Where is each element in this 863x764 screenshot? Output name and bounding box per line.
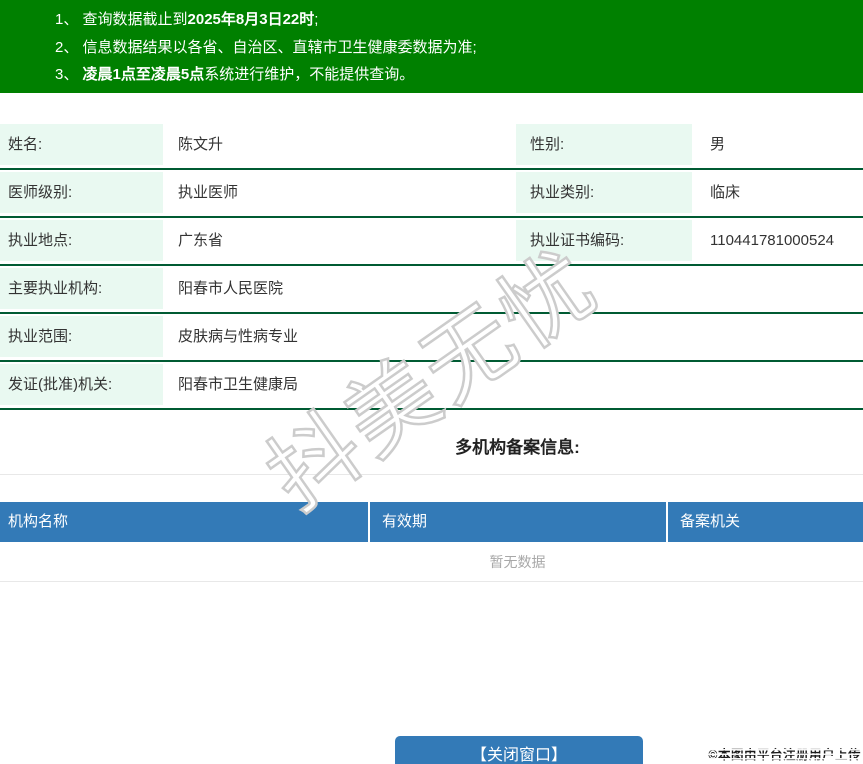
- info-value: 执业医师: [163, 170, 516, 216]
- info-value: 男: [692, 122, 863, 168]
- notice-banner: 1、 查询数据截止到2025年8月3日22时; 2、 信息数据结果以各省、自治区、…: [0, 0, 863, 93]
- notice-segment: 3、: [55, 66, 83, 83]
- notice-segment: ;: [314, 11, 318, 28]
- notice-line: 3、 凌晨1点至凌晨5点系统进行维护，不能提供查询。: [55, 61, 853, 89]
- practitioner-info-table: 姓名:陈文升性别:男医师级别:执业医师执业类别:临床执业地点:广东省执业证书编码…: [0, 122, 863, 410]
- info-value: 陈文升: [163, 122, 516, 168]
- info-value: 阳春市人民医院: [163, 266, 863, 312]
- backup-section-title: 多机构备案信息:: [455, 438, 580, 457]
- notice-segment: 2025年8月3日22时: [188, 11, 315, 28]
- info-label: 执业地点:: [0, 218, 163, 264]
- info-row: 执业地点:广东省执业证书编码:110441781000524: [0, 218, 863, 266]
- query-result-page: 1、 查询数据截止到2025年8月3日22时; 2、 信息数据结果以各省、自治区、…: [0, 0, 863, 764]
- info-label: 执业范围:: [0, 314, 163, 360]
- info-value: 阳春市卫生健康局: [163, 362, 863, 408]
- notice-segment: 凌晨1点至凌晨5点: [83, 66, 205, 83]
- info-value: 110441781000524: [692, 218, 863, 264]
- info-row: 主要执业机构:阳春市人民医院: [0, 266, 863, 314]
- notice-list: 1、 查询数据截止到2025年8月3日22时; 2、 信息数据结果以各省、自治区、…: [55, 6, 853, 89]
- info-row: 医师级别:执业医师执业类别:临床: [0, 170, 863, 218]
- info-value: 临床: [692, 170, 863, 216]
- info-row: 执业范围:皮肤病与性病专业: [0, 314, 863, 362]
- backup-column-header: 机构名称: [0, 502, 370, 542]
- notice-segment: 1、 查询数据截止到: [55, 11, 188, 28]
- backup-table-header-row: 机构名称有效期备案机关: [0, 502, 863, 542]
- upload-credit-text: ©本图由平台注册用户上传: [708, 744, 861, 763]
- notice-segment: 2、 信息数据结果以各省、自治区、直辖市卫生健康委数据为准;: [55, 39, 477, 56]
- info-label: 姓名:: [0, 122, 163, 168]
- close-window-button[interactable]: 【关闭窗口】: [395, 736, 643, 764]
- info-label: 主要执业机构:: [0, 266, 163, 312]
- notice-segment: 系统进行维护，不能提供查询。: [204, 66, 414, 83]
- info-row: 姓名:陈文升性别:男: [0, 122, 863, 170]
- info-value: 广东省: [163, 218, 516, 264]
- info-label: 医师级别:: [0, 170, 163, 216]
- info-label: 执业类别:: [516, 170, 692, 216]
- notice-line: 1、 查询数据截止到2025年8月3日22时;: [55, 6, 853, 34]
- backup-column-header: 备案机关: [668, 502, 863, 542]
- info-label: 性别:: [516, 122, 692, 168]
- notice-line: 2、 信息数据结果以各省、自治区、直辖市卫生健康委数据为准;: [55, 34, 853, 62]
- backup-table-empty-message: 暂无数据: [0, 542, 863, 582]
- info-value: 皮肤病与性病专业: [163, 314, 863, 360]
- backup-column-header: 有效期: [370, 502, 668, 542]
- info-label: 执业证书编码:: [516, 218, 692, 264]
- backup-institutions-table: 机构名称有效期备案机关 暂无数据: [0, 502, 863, 582]
- info-row: 发证(批准)机关:阳春市卫生健康局: [0, 362, 863, 410]
- backup-section-header: 多机构备案信息:: [0, 410, 863, 475]
- info-label: 发证(批准)机关:: [0, 362, 163, 408]
